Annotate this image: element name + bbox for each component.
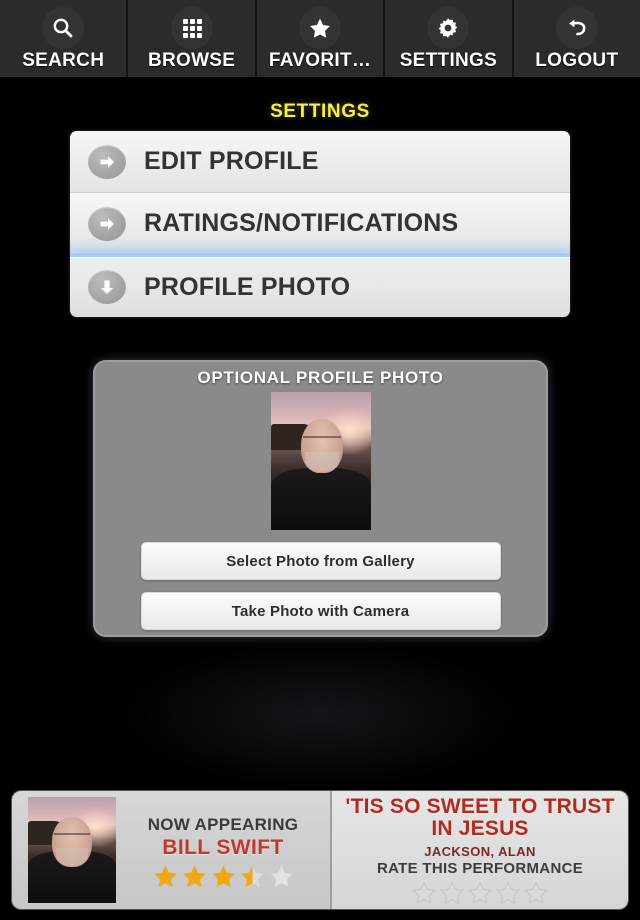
take-photo-with-camera-button[interactable]: Take Photo with Camera bbox=[140, 592, 501, 630]
nav-item-favorites[interactable]: FAVORIT… bbox=[257, 0, 386, 77]
menu-item-profile-photo[interactable]: PROFILE PHOTO bbox=[70, 255, 570, 317]
rate-performance-label: RATE THIS PERFORMANCE bbox=[376, 859, 584, 877]
rate-star-1[interactable] bbox=[411, 880, 437, 905]
rate-performance-stars[interactable] bbox=[411, 880, 549, 905]
profile-photo-thumbnail bbox=[270, 392, 371, 530]
arrow-right-icon bbox=[88, 144, 126, 179]
page-title: SETTINGS bbox=[270, 101, 370, 122]
photo-subject-glasses bbox=[302, 436, 341, 445]
rating-star-4-half bbox=[239, 863, 266, 889]
rate-star-5[interactable] bbox=[523, 880, 549, 905]
menu-label-edit-profile: EDIT PROFILE bbox=[144, 147, 319, 175]
banner-performer-text: NOW APPEARING BILL SWIFT bbox=[116, 791, 330, 909]
star-icon bbox=[299, 7, 342, 49]
rating-star-2 bbox=[181, 863, 208, 889]
menu-item-ratings-notifications[interactable]: RATINGS/NOTIFICATIONS bbox=[70, 193, 570, 255]
settings-menu-panel: EDIT PROFILE RATINGS/NOTIFICATIONS PROFI… bbox=[70, 131, 570, 317]
grid-icon bbox=[170, 7, 213, 49]
rating-star-5-empty bbox=[268, 863, 295, 889]
photo-subject-body bbox=[270, 468, 371, 530]
gear-icon bbox=[427, 7, 470, 49]
performer-photo-thumbnail bbox=[28, 797, 116, 903]
menu-label-ratings-notifications: RATINGS/NOTIFICATIONS bbox=[144, 209, 459, 237]
now-playing-banner[interactable]: NOW APPEARING BILL SWIFT 'TIS SO SWEET T… bbox=[12, 791, 628, 909]
now-appearing-label: NOW APPEARING bbox=[147, 815, 299, 834]
banner-photo-subject-glasses bbox=[54, 833, 90, 841]
top-navigation-bar: SEARCH BROWSE FAVORIT… SETTINGS LOGOUT bbox=[0, 0, 640, 80]
nav-label-logout: LOGOUT bbox=[535, 50, 619, 71]
photo-panel-title: OPTIONAL PROFILE PHOTO bbox=[197, 368, 444, 387]
search-icon bbox=[42, 7, 85, 49]
rate-star-3[interactable] bbox=[467, 880, 493, 905]
performer-name: BILL SWIFT bbox=[162, 836, 284, 859]
menu-label-profile-photo: PROFILE PHOTO bbox=[144, 272, 351, 301]
arrow-down-icon bbox=[88, 270, 126, 304]
menu-item-edit-profile[interactable]: EDIT PROFILE bbox=[70, 131, 570, 193]
arrow-right-icon bbox=[88, 206, 126, 241]
back-arrow-icon bbox=[555, 7, 598, 49]
select-photo-from-gallery-button[interactable]: Select Photo from Gallery bbox=[140, 542, 501, 580]
nav-label-browse: BROWSE bbox=[147, 50, 236, 71]
song-title: 'TIS SO SWEET TO TRUST IN JESUS bbox=[345, 795, 615, 841]
banner-photo-subject-beard bbox=[56, 848, 88, 866]
optional-profile-photo-panel: OPTIONAL PROFILE PHOTO Select Photo from… bbox=[93, 360, 548, 637]
nav-item-search[interactable]: SEARCH bbox=[0, 0, 129, 77]
nav-item-browse[interactable]: BROWSE bbox=[128, 0, 257, 77]
rating-star-3 bbox=[210, 863, 237, 889]
performer-rating-stars bbox=[152, 863, 295, 889]
nav-label-settings: SETTINGS bbox=[399, 50, 498, 71]
banner-performer-section[interactable]: NOW APPEARING BILL SWIFT bbox=[12, 791, 332, 909]
rate-star-4[interactable] bbox=[495, 880, 521, 905]
nav-item-logout[interactable]: LOGOUT bbox=[514, 0, 640, 77]
rating-star-1 bbox=[152, 863, 179, 889]
rate-star-2[interactable] bbox=[439, 880, 465, 905]
photo-subject-beard bbox=[304, 452, 339, 472]
nav-label-search: SEARCH bbox=[22, 50, 105, 71]
song-artist: JACKSON, ALAN bbox=[424, 843, 536, 859]
nav-label-favorites: FAVORIT… bbox=[268, 50, 372, 71]
banner-song-section[interactable]: 'TIS SO SWEET TO TRUST IN JESUS JACKSON,… bbox=[332, 791, 628, 909]
background-vignette bbox=[120, 640, 520, 790]
nav-item-settings[interactable]: SETTINGS bbox=[385, 0, 514, 77]
